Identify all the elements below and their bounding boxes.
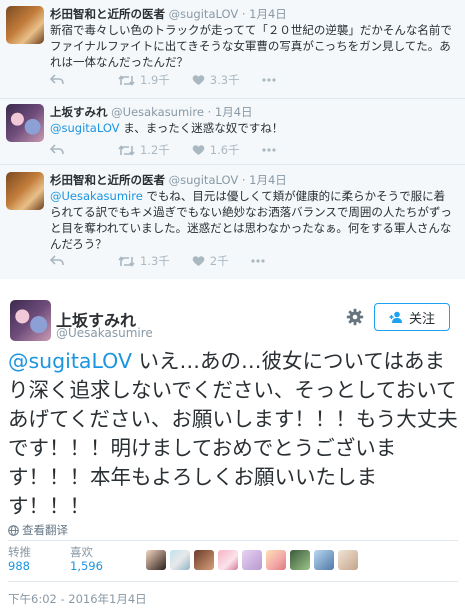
retweet-stat-count: 988 (8, 559, 30, 573)
like-stat[interactable]: 喜欢 1,596 (70, 545, 103, 573)
follow-label: 关注 (408, 311, 435, 327)
tweet-actions: 1.2千 1.6千 (50, 142, 298, 158)
tweet-body: 新宿で毒々しい色のトラックが走ってて「２０世紀の逆襲」だかそんな名前でファイナル… (50, 23, 452, 69)
reply-button[interactable] (50, 255, 74, 267)
like-count: 3.3千 (209, 73, 240, 87)
avatar[interactable] (6, 104, 44, 142)
liker-avatar[interactable] (194, 550, 214, 570)
like-stat-label: 喜欢 (70, 545, 93, 559)
liker-avatar[interactable] (146, 550, 166, 570)
like-button[interactable]: 1.6千 (192, 142, 240, 158)
retweet-stat[interactable]: 转推 988 (8, 545, 31, 573)
avatar[interactable] (6, 6, 44, 44)
retweet-icon (118, 144, 135, 156)
user-handle[interactable]: @Uesakasumire (111, 105, 204, 119)
liker-avatar[interactable] (290, 550, 310, 570)
like-icon (192, 256, 205, 266)
more-button[interactable] (261, 78, 276, 82)
follow-person-icon (389, 311, 402, 323)
liker-avatar[interactable] (338, 550, 358, 570)
retweet-stat-label: 转推 (8, 545, 31, 559)
tweet-header: 杉田智和と近所の医者 @sugitaLOV · 1月4日 (50, 6, 287, 22)
user-name[interactable]: 杉田智和と近所の医者 (50, 173, 165, 187)
like-count: 2千 (209, 254, 229, 268)
more-icon (251, 259, 265, 263)
liker-avatar[interactable] (266, 550, 286, 570)
avatar[interactable] (6, 172, 44, 210)
thread-tweet-2[interactable]: 上坂すみれ @Uesakasumire · 1月4日 @sugitaLOV ま、… (0, 98, 465, 165)
more-icon (261, 148, 276, 152)
main-tweet-text: @sugitaLOV いえ…あの…彼女についてはあまり深く追求しないでください、… (8, 347, 458, 521)
retweet-count: 1.9千 (140, 73, 170, 87)
reply-icon (50, 255, 64, 266)
tweet-timestamp[interactable]: 下午6:02 - 2016年1月4日 (8, 591, 147, 607)
reply-button[interactable] (50, 74, 74, 86)
translate-label: 查看翻译 (22, 523, 68, 537)
tweet-actions: 1.3千 2千 (50, 253, 287, 269)
mention-link[interactable]: @sugitaLOV (8, 349, 132, 373)
tweet-text: @sugitaLOV ま、まったく迷惑な奴ですね！ (50, 120, 455, 136)
like-button[interactable]: 2千 (192, 253, 229, 269)
tweet-body: ま、まったく迷惑な奴ですね！ (119, 121, 284, 135)
tweet-time[interactable]: 1月4日 (215, 105, 253, 119)
avatar[interactable] (10, 300, 51, 341)
divider (8, 581, 458, 582)
separator: · (207, 105, 212, 119)
user-handle[interactable]: @Uesakasumire (56, 326, 153, 340)
tweet-header: 上坂すみれ @Uesakasumire · 1月4日 (50, 104, 253, 120)
more-icon (261, 78, 276, 82)
like-icon (192, 145, 205, 155)
conversation-thread: 杉田智和と近所の医者 @sugitaLOV · 1月4日 新宿で毒々しい色のトラ… (0, 0, 465, 279)
like-count: 1.6千 (209, 143, 240, 157)
mention-link[interactable]: @sugitaLOV (50, 121, 120, 135)
mention-link[interactable]: @Uesakasumire (50, 189, 143, 203)
retweet-count: 1.2千 (140, 143, 170, 157)
tweet-actions: 1.9千 3.3千 (50, 72, 298, 88)
retweet-count: 1.3千 (140, 254, 170, 268)
more-button[interactable] (251, 259, 265, 263)
user-handle[interactable]: @sugitaLOV (169, 173, 239, 187)
reply-icon (50, 74, 64, 85)
thread-tweet-1[interactable]: 杉田智和と近所の医者 @sugitaLOV · 1月4日 新宿で毒々しい色のトラ… (0, 0, 465, 99)
like-stat-count: 1,596 (70, 559, 103, 573)
liker-avatar[interactable] (218, 550, 238, 570)
liker-avatar[interactable] (170, 550, 190, 570)
retweet-button[interactable]: 1.9千 (118, 72, 170, 88)
divider (8, 540, 458, 541)
liker-avatar[interactable] (242, 550, 262, 570)
reply-icon (50, 144, 64, 155)
tweet-text: @Uesakasumire でもね、目元は優しくて頬が健康的に柔らかそうで服に着… (50, 188, 455, 252)
translate-link[interactable]: 查看翻译 (8, 522, 68, 538)
thread-tweet-3[interactable]: 杉田智和と近所の医者 @sugitaLOV · 1月4日 @Uesakasumi… (0, 164, 465, 279)
more-button[interactable] (261, 148, 276, 152)
tweet-header: 杉田智和と近所の医者 @sugitaLOV · 1月4日 (50, 172, 287, 188)
tweet-text: 新宿で毒々しい色のトラックが走ってて「２０世紀の逆襲」だかそんな名前でファイナル… (50, 22, 455, 70)
user-name[interactable]: 杉田智和と近所の医者 (50, 7, 165, 21)
tweet-time[interactable]: 1月4日 (249, 173, 287, 187)
separator: · (241, 173, 246, 187)
user-handle[interactable]: @sugitaLOV (169, 7, 239, 21)
retweet-button[interactable]: 1.3千 (118, 253, 170, 269)
reply-button[interactable] (50, 144, 74, 156)
tweet-time[interactable]: 1月4日 (249, 7, 287, 21)
liker-avatar[interactable] (314, 550, 334, 570)
tweet-body: いえ…あの…彼女についてはあまり深く追求しないでください、そっとしておいてあげて… (8, 349, 458, 518)
separator: · (241, 7, 246, 21)
follow-button[interactable]: 关注 (374, 303, 450, 331)
retweet-icon (118, 74, 135, 86)
liker-avatars (146, 550, 362, 570)
retweet-icon (118, 255, 135, 267)
like-icon (192, 75, 205, 85)
globe-icon (8, 524, 19, 536)
gear-icon[interactable] (346, 308, 364, 326)
like-button[interactable]: 3.3千 (192, 72, 240, 88)
retweet-button[interactable]: 1.2千 (118, 142, 170, 158)
user-name[interactable]: 上坂すみれ (50, 105, 108, 119)
